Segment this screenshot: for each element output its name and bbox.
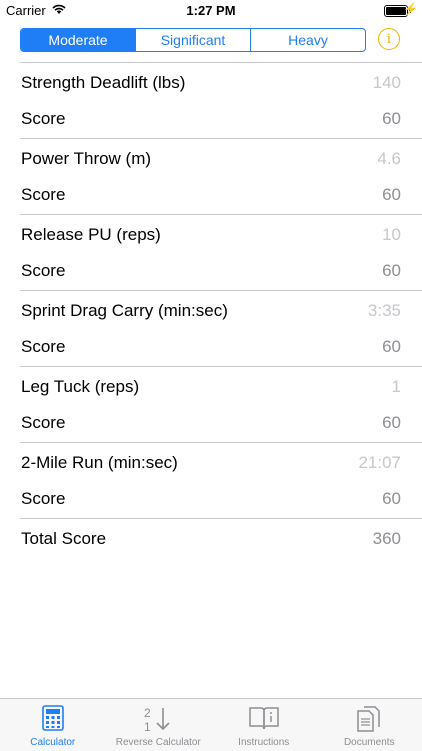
event-section-leg-tuck: Leg Tuck (reps) 1 Score 60 [20, 366, 422, 442]
event-section-power-throw: Power Throw (m) 4.6 Score 60 [20, 138, 422, 214]
tab-calculator[interactable]: Calculator [0, 699, 106, 751]
severity-segmented-control: Moderate Significant Heavy [20, 28, 366, 52]
documents-icon [355, 705, 383, 738]
event-input-field[interactable]: 4.6 [377, 149, 401, 169]
event-name: Leg Tuck (reps) [21, 377, 139, 397]
tab-label: Documents [317, 737, 422, 748]
total-row: Total Score 360 [20, 522, 422, 558]
score-value: 60 [382, 185, 401, 205]
event-name: Strength Deadlift (lbs) [21, 73, 185, 93]
total-value: 360 [373, 529, 401, 549]
calculator-icon [42, 705, 64, 736]
score-label: Score [21, 261, 65, 281]
event-input-row[interactable]: Leg Tuck (reps) 1 [20, 370, 422, 406]
event-name: Sprint Drag Carry (min:sec) [21, 301, 228, 321]
tab-bar: Calculator 21 Reverse Calculator Instruc… [0, 698, 422, 751]
event-input-field[interactable]: 10 [382, 225, 401, 245]
score-row: Score 60 [20, 254, 422, 290]
tab-reverse-calculator[interactable]: 21 Reverse Calculator [106, 699, 212, 751]
score-label: Score [21, 413, 65, 433]
segment-significant[interactable]: Significant [135, 29, 250, 51]
info-icon[interactable]: i [378, 28, 400, 50]
total-section: Total Score 360 [20, 518, 422, 558]
score-row: Score 60 [20, 330, 422, 366]
total-label: Total Score [21, 529, 106, 549]
status-bar: Carrier 1:27 PM ⚡ [0, 0, 422, 22]
score-value: 60 [382, 109, 401, 129]
score-row: Score 60 [20, 178, 422, 214]
tab-label: Calculator [0, 737, 106, 748]
event-section-sprint-drag-carry: Sprint Drag Carry (min:sec) 3:35 Score 6… [20, 290, 422, 366]
segment-heavy[interactable]: Heavy [250, 29, 365, 51]
book-icon [248, 705, 280, 736]
event-section-deadlift: Strength Deadlift (lbs) 140 Score 60 [20, 62, 422, 138]
score-value: 60 [382, 337, 401, 357]
event-list: Strength Deadlift (lbs) 140 Score 60 Pow… [0, 62, 422, 558]
score-row: Score 60 [20, 482, 422, 518]
event-input-field[interactable]: 1 [392, 377, 401, 397]
event-section-two-mile-run: 2-Mile Run (min:sec) 21:07 Score 60 [20, 442, 422, 518]
charging-icon: ⚡ [403, 2, 418, 16]
score-label: Score [21, 337, 65, 357]
event-input-row[interactable]: Release PU (reps) 10 [20, 218, 422, 254]
event-name: Power Throw (m) [21, 149, 151, 169]
score-label: Score [21, 489, 65, 509]
tab-label: Instructions [211, 737, 317, 748]
svg-text:1: 1 [144, 720, 151, 733]
svg-text:2: 2 [144, 706, 151, 720]
tab-documents[interactable]: Documents [317, 699, 422, 751]
score-value: 60 [382, 261, 401, 281]
event-input-row[interactable]: Power Throw (m) 4.6 [20, 142, 422, 178]
reverse-calculator-icon: 21 [141, 705, 175, 738]
score-row: Score 60 [20, 102, 422, 138]
clock: 1:27 PM [0, 3, 422, 18]
score-label: Score [21, 185, 65, 205]
segment-moderate[interactable]: Moderate [21, 29, 135, 51]
event-input-field[interactable]: 3:35 [368, 301, 401, 321]
score-value: 60 [382, 413, 401, 433]
event-input-field[interactable]: 140 [373, 73, 401, 93]
score-row: Score 60 [20, 406, 422, 442]
score-value: 60 [382, 489, 401, 509]
event-input-row[interactable]: Strength Deadlift (lbs) 140 [20, 66, 422, 102]
event-name: 2-Mile Run (min:sec) [21, 453, 178, 473]
event-input-field[interactable]: 21:07 [358, 453, 401, 473]
event-section-release-pu: Release PU (reps) 10 Score 60 [20, 214, 422, 290]
tab-instructions[interactable]: Instructions [211, 699, 317, 751]
tab-label: Reverse Calculator [106, 737, 212, 748]
event-input-row[interactable]: 2-Mile Run (min:sec) 21:07 [20, 446, 422, 482]
event-name: Release PU (reps) [21, 225, 161, 245]
score-label: Score [21, 109, 65, 129]
event-input-row[interactable]: Sprint Drag Carry (min:sec) 3:35 [20, 294, 422, 330]
